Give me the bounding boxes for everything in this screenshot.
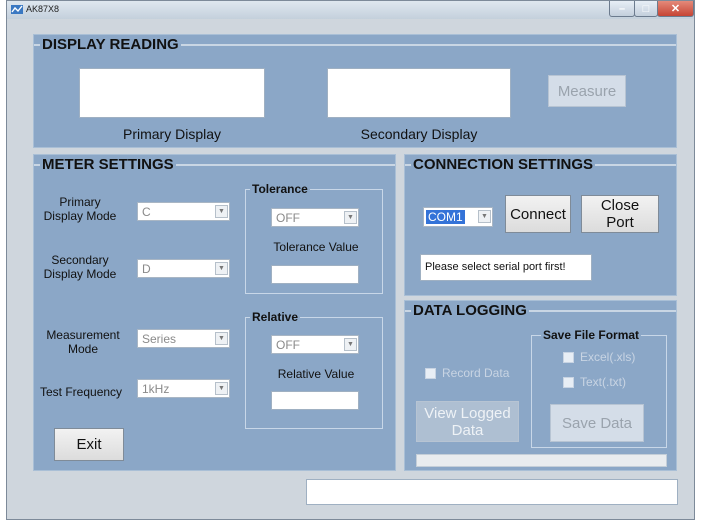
connection-status-text: Please select serial port first! <box>420 254 592 281</box>
chevron-down-icon: ▼ <box>215 332 228 345</box>
tolerance-select[interactable]: OFF ▼ <box>271 208 359 227</box>
connection-settings-panel: CONNECTION SETTINGS COM1 ▼ Connect Close… <box>404 154 677 296</box>
com-port-value: COM1 <box>426 210 465 224</box>
secondary-display-mode-value: D <box>142 262 151 276</box>
save-data-button[interactable]: Save Data <box>550 404 644 442</box>
com-port-select[interactable]: COM1 ▼ <box>423 207 493 227</box>
status-bar-field <box>306 479 678 505</box>
primary-display-box <box>79 68 265 118</box>
tolerance-title: Tolerance <box>250 182 310 196</box>
window-title: AK87X8 <box>26 4 60 14</box>
record-data-checkbox[interactable]: Record Data <box>425 366 509 380</box>
relative-value-label: Relative Value <box>277 367 355 381</box>
chevron-down-icon: ▼ <box>215 262 228 275</box>
primary-display-label: Primary Display <box>122 126 221 142</box>
measure-button[interactable]: Measure <box>548 75 626 107</box>
measurement-mode-value: Series <box>142 332 177 346</box>
maximize-button[interactable]: □ <box>634 1 658 17</box>
text-format-label: Text(.txt) <box>580 375 627 389</box>
save-file-format-title: Save File Format <box>541 328 642 342</box>
display-reading-panel: DISPLAY READING Measure Primary Display … <box>33 34 677 148</box>
checkbox-icon <box>563 376 574 388</box>
test-frequency-value: 1kHz <box>142 382 170 396</box>
close-button[interactable]: ✕ <box>657 1 694 17</box>
secondary-display-box <box>327 68 511 118</box>
close-icon: ✕ <box>670 3 681 15</box>
meter-settings-panel: METER SETTINGS Primary Display Mode C ▼ … <box>33 154 396 471</box>
display-reading-title: DISPLAY READING <box>40 36 181 53</box>
title-bar: AK87X8 – □ ✕ <box>7 1 694 19</box>
chevron-down-icon: ▼ <box>215 205 228 218</box>
checkbox-icon <box>563 351 574 363</box>
primary-display-mode-select[interactable]: C ▼ <box>137 202 230 221</box>
chevron-down-icon: ▼ <box>344 211 357 224</box>
record-data-label: Record Data <box>442 366 510 380</box>
measurement-mode-select[interactable]: Series ▼ <box>137 329 230 348</box>
primary-display-mode-label: Primary Display Mode <box>43 195 117 223</box>
data-logging-title: DATA LOGGING <box>411 302 529 319</box>
test-frequency-select[interactable]: 1kHz ▼ <box>137 379 230 398</box>
maximize-icon: □ <box>642 2 650 15</box>
test-frequency-label: Test Frequency <box>40 385 123 399</box>
app-window: AK87X8 – □ ✕ DISPLAY READING Measure Pri… <box>6 0 695 520</box>
minimize-icon: – <box>618 2 626 15</box>
exit-button[interactable]: Exit <box>54 428 124 461</box>
secondary-display-label: Secondary Display <box>360 126 478 142</box>
close-port-button[interactable]: Close Port <box>581 195 659 233</box>
connection-settings-title: CONNECTION SETTINGS <box>411 156 596 173</box>
secondary-display-mode-label: Secondary Display Mode <box>43 253 117 281</box>
secondary-display-mode-select[interactable]: D ▼ <box>137 259 230 278</box>
primary-display-mode-value: C <box>142 205 151 219</box>
text-format-checkbox[interactable]: Text(.txt) <box>563 375 626 389</box>
view-logged-data-button[interactable]: View Logged Data <box>416 401 519 442</box>
data-logging-panel: DATA LOGGING Record Data View Logged Dat… <box>404 300 677 471</box>
excel-format-label: Excel(.xls) <box>580 350 636 364</box>
chevron-down-icon: ▼ <box>478 210 491 223</box>
excel-format-checkbox[interactable]: Excel(.xls) <box>563 350 635 364</box>
meter-settings-title: METER SETTINGS <box>40 156 176 173</box>
connect-button[interactable]: Connect <box>505 195 571 233</box>
chevron-down-icon: ▼ <box>344 338 357 351</box>
relative-value-input[interactable] <box>271 391 359 410</box>
app-icon <box>11 5 23 14</box>
relative-title: Relative <box>250 310 301 324</box>
relative-value: OFF <box>276 338 300 352</box>
chevron-down-icon: ▼ <box>215 382 228 395</box>
tolerance-value-input[interactable] <box>271 265 359 284</box>
checkbox-icon <box>425 367 436 379</box>
tolerance-value: OFF <box>276 211 300 225</box>
measurement-mode-label: Measurement Mode <box>46 328 120 356</box>
minimize-button[interactable]: – <box>609 1 635 17</box>
logging-progress-bar <box>416 454 667 467</box>
relative-select[interactable]: OFF ▼ <box>271 335 359 354</box>
tolerance-value-label: Tolerance Value <box>273 240 359 254</box>
